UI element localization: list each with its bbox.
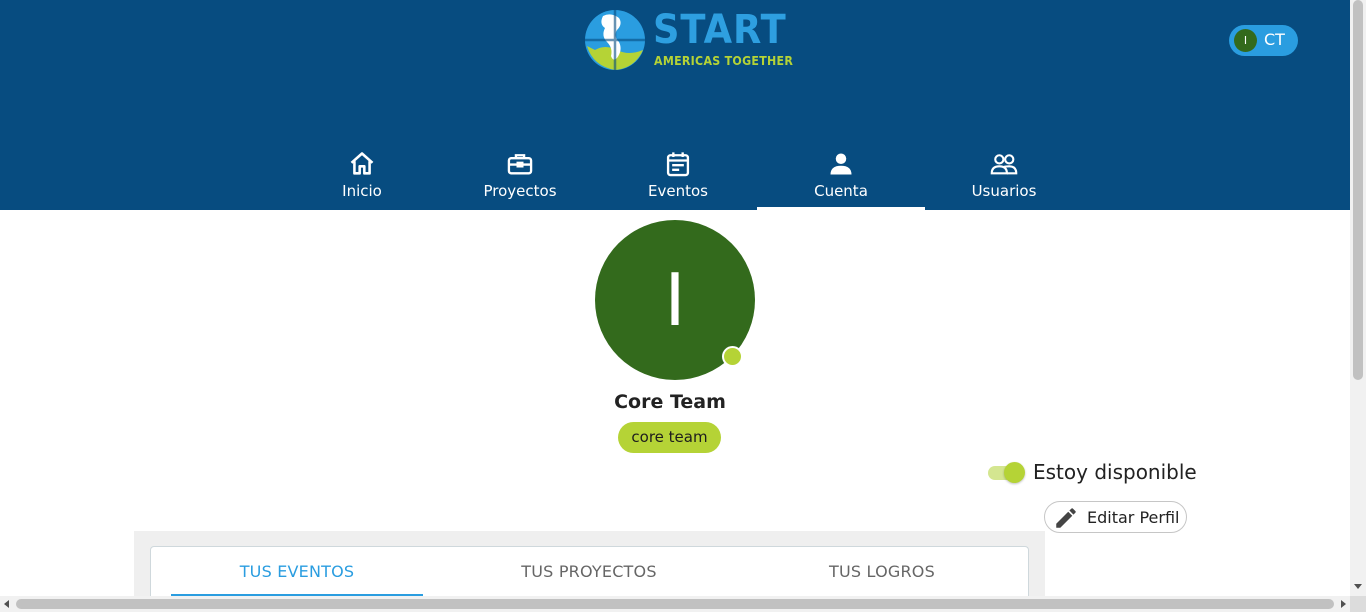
toggle-knob	[1004, 462, 1025, 483]
tab-tus-logros[interactable]: TUS LOGROS	[756, 547, 1008, 596]
profile-name: Core Team	[614, 391, 726, 413]
page: START AMERICAS TOGETHER I CT Inicio Proy…	[0, 0, 1366, 612]
scroll-left-arrow-icon[interactable]	[4, 600, 9, 608]
edit-profile-button[interactable]: Editar Perfil	[1044, 501, 1187, 533]
availability-label: Estoy disponible	[1033, 460, 1197, 484]
nav-item-proyectos[interactable]: Proyectos	[436, 140, 604, 210]
activity-tabs: TUS EVENTOS TUS PROYECTOS TUS LOGROS	[150, 546, 1029, 601]
user-icon	[830, 153, 852, 175]
nav-label-inicio: Inicio	[342, 182, 382, 200]
tab-tus-eventos[interactable]: TUS EVENTOS	[171, 547, 423, 596]
vertical-scroll-thumb[interactable]	[1353, 0, 1363, 380]
online-status-dot	[722, 346, 743, 367]
briefcase-icon	[507, 154, 533, 175]
vertical-scrollbar[interactable]	[1350, 0, 1366, 596]
nav-item-usuarios[interactable]: Usuarios	[920, 140, 1088, 210]
user-avatar: I	[1234, 29, 1257, 52]
users-icon	[990, 154, 1018, 175]
horizontal-scrollbar[interactable]	[0, 596, 1350, 612]
nav-item-inicio[interactable]: Inicio	[278, 140, 446, 210]
pencil-icon	[1056, 508, 1076, 528]
user-initials: CT	[1264, 30, 1285, 49]
nav-label-usuarios: Usuarios	[971, 182, 1037, 200]
brand-tagline: AMERICAS TOGETHER	[654, 54, 794, 68]
scrollbar-corner	[1350, 596, 1366, 612]
app-header: START AMERICAS TOGETHER I CT Inicio Proy…	[0, 0, 1350, 210]
tab-tus-proyectos[interactable]: TUS PROYECTOS	[463, 547, 715, 596]
nav-label-proyectos: Proyectos	[483, 182, 557, 200]
nav-item-cuenta[interactable]: Cuenta	[757, 140, 925, 210]
role-badge: core team	[618, 422, 721, 453]
scroll-down-arrow-icon[interactable]	[1354, 584, 1362, 589]
edit-profile-label: Editar Perfil	[1087, 508, 1180, 527]
globe-puzzle-icon	[585, 10, 645, 70]
nav-label-eventos: Eventos	[648, 182, 708, 200]
calendar-icon	[666, 152, 690, 177]
nav-label-cuenta: Cuenta	[814, 182, 868, 200]
start-logo[interactable]: START AMERICAS TOGETHER	[583, 6, 793, 74]
nav-item-eventos[interactable]: Eventos	[594, 140, 762, 210]
scroll-right-arrow-icon[interactable]	[1341, 600, 1346, 608]
user-menu-button[interactable]: I CT	[1229, 25, 1298, 56]
horizontal-scroll-thumb[interactable]	[16, 599, 1334, 609]
availability-toggle[interactable]	[986, 462, 1025, 483]
home-icon	[350, 152, 374, 175]
brand-name: START	[653, 7, 787, 53]
